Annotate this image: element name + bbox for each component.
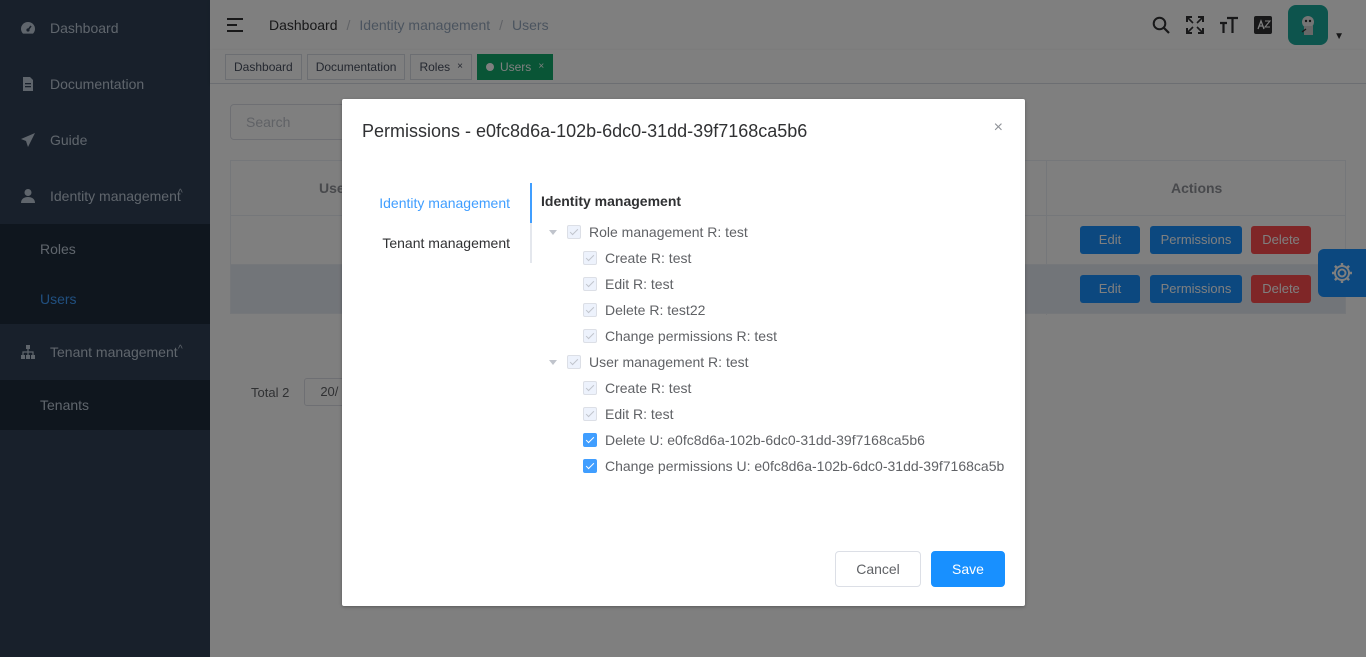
save-button[interactable]: Save bbox=[931, 551, 1005, 587]
tree-node-label: Delete U: e0fc8d6a-102b-6dc0-31dd-39f716… bbox=[605, 432, 925, 448]
permission-checkbox[interactable] bbox=[583, 433, 597, 447]
tree-node[interactable]: Create R: test bbox=[541, 245, 1005, 271]
permission-pane: Identity management Role management R: t… bbox=[541, 183, 1005, 479]
tree-node[interactable]: Edit R: test bbox=[541, 271, 1005, 297]
dialog-title: Permissions - e0fc8d6a-102b-6dc0-31dd-39… bbox=[362, 121, 808, 141]
permission-checkbox bbox=[583, 407, 597, 421]
tab-identity-management[interactable]: Identity management bbox=[362, 183, 530, 223]
tab-tenant-management[interactable]: Tenant management bbox=[362, 223, 530, 263]
permission-checkbox bbox=[583, 329, 597, 343]
permission-checkbox[interactable] bbox=[583, 459, 597, 473]
tree-node[interactable]: Change permissions U: e0fc8d6a-102b-6dc0… bbox=[541, 453, 1005, 479]
tree-node-label: Change permissions U: e0fc8d6a-102b-6dc0… bbox=[605, 458, 1005, 474]
close-icon[interactable]: × bbox=[994, 119, 1003, 137]
tree-node-label: Delete R: test22 bbox=[605, 302, 706, 318]
permission-checkbox bbox=[583, 381, 597, 395]
permissions-dialog: Permissions - e0fc8d6a-102b-6dc0-31dd-39… bbox=[342, 99, 1025, 606]
tree-node-label: Create R: test bbox=[605, 380, 692, 396]
permission-checkbox bbox=[583, 251, 597, 265]
permission-tabs: Identity management Tenant management bbox=[362, 183, 532, 263]
tree-node[interactable]: Delete R: test22 bbox=[541, 297, 1005, 323]
tree-node[interactable]: Create R: test bbox=[541, 375, 1005, 401]
cancel-button[interactable]: Cancel bbox=[835, 551, 921, 587]
tree-node-label: Edit R: test bbox=[605, 406, 674, 422]
permission-checkbox bbox=[567, 355, 581, 369]
tree-node-label: Change permissions R: test bbox=[605, 328, 777, 344]
tree-node-label: User management R: test bbox=[589, 354, 749, 370]
tree-node-role-management[interactable]: Role management R: test bbox=[541, 219, 1005, 245]
expand-arrow-icon[interactable] bbox=[549, 229, 557, 235]
tree-node[interactable]: Edit R: test bbox=[541, 401, 1005, 427]
permission-checkbox bbox=[583, 277, 597, 291]
tree-node[interactable]: Change permissions R: test bbox=[541, 323, 1005, 349]
tree-node-label: Role management R: test bbox=[589, 224, 748, 240]
expand-arrow-icon[interactable] bbox=[549, 359, 557, 365]
tree-node-user-management[interactable]: User management R: test bbox=[541, 349, 1005, 375]
permission-checkbox bbox=[567, 225, 581, 239]
tree-node-label: Edit R: test bbox=[605, 276, 674, 292]
tree-node-label: Create R: test bbox=[605, 250, 692, 266]
permission-checkbox bbox=[583, 303, 597, 317]
tab-active-indicator bbox=[530, 183, 532, 223]
pane-title: Identity management bbox=[541, 193, 682, 209]
tree-node[interactable]: Delete U: e0fc8d6a-102b-6dc0-31dd-39f716… bbox=[541, 427, 1005, 453]
